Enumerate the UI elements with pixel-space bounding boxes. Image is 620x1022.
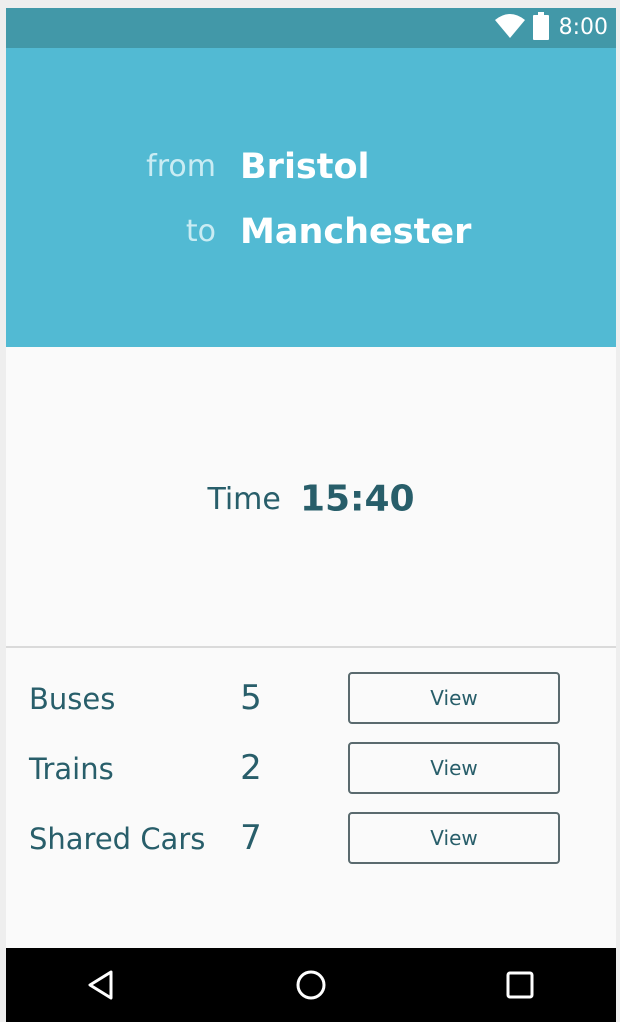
view-buses-button[interactable]: View: [348, 672, 560, 724]
option-count: 7: [240, 818, 262, 858]
recents-icon[interactable]: [503, 968, 537, 1002]
status-time: 8:00: [558, 15, 608, 40]
view-trains-button[interactable]: View: [348, 742, 560, 794]
route-to-row: to Manchester: [6, 207, 616, 257]
back-icon[interactable]: [84, 968, 118, 1002]
from-city: Bristol: [240, 147, 370, 187]
home-icon[interactable]: [294, 968, 328, 1002]
option-row-shared-cars: Shared Cars 7 View: [6, 811, 616, 867]
from-label: from: [146, 149, 216, 184]
time-display: Time 15:40: [6, 475, 616, 524]
to-label: to: [185, 214, 216, 249]
option-name: Shared Cars: [29, 822, 206, 856]
wifi-icon: [494, 14, 525, 42]
option-name: Trains: [29, 752, 114, 786]
option-row-trains: Trains 2 View: [6, 741, 616, 797]
to-city: Manchester: [240, 212, 472, 252]
option-count: 5: [240, 678, 262, 718]
route-from-row: from Bristol: [6, 142, 616, 192]
view-shared-cars-button[interactable]: View: [348, 812, 560, 864]
option-count: 2: [240, 748, 262, 788]
time-section: Time 15:40: [6, 347, 616, 647]
navigation-bar: [6, 948, 616, 1022]
route-header: from Bristol to Manchester: [6, 48, 616, 347]
option-name: Buses: [29, 682, 116, 716]
battery-icon: [532, 12, 549, 44]
time-value: 15:40: [299, 478, 415, 520]
status-icons: 8:00: [494, 12, 608, 44]
transport-options: Buses 5 View Trains 2 View Shared Cars 7…: [6, 648, 616, 948]
time-label: Time: [207, 481, 281, 517]
app-screen: 8:00 from Bristol to Manchester Time 15:…: [6, 8, 616, 1022]
option-row-buses: Buses 5 View: [6, 671, 616, 727]
status-bar: 8:00: [6, 8, 616, 48]
